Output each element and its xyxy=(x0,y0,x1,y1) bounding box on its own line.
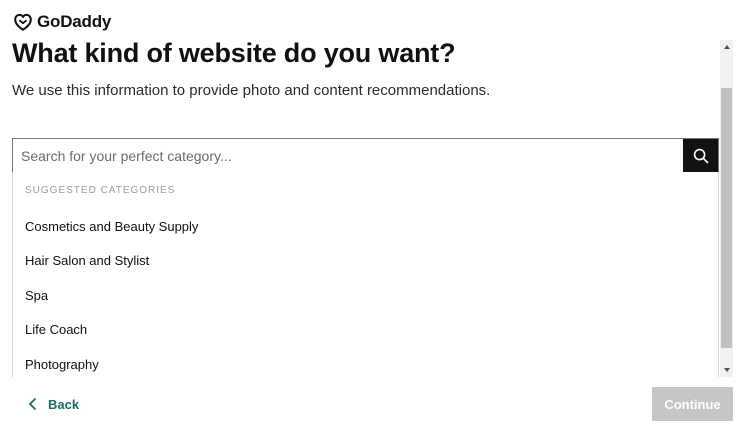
suggested-categories-heading: SUGGESTED CATEGORIES xyxy=(25,185,176,196)
page-scrollbar[interactable] xyxy=(720,40,733,377)
search-button[interactable] xyxy=(683,139,718,172)
category-option[interactable]: Life Coach xyxy=(13,313,718,348)
category-option[interactable]: Cosmetics and Beauty Supply xyxy=(13,209,718,244)
suggestions-dropdown: SUGGESTED CATEGORIES Cosmetics and Beaut… xyxy=(12,172,719,377)
page-subtitle: We use this information to provide photo… xyxy=(12,82,491,99)
scroll-down-arrow-icon[interactable] xyxy=(724,368,730,372)
godaddy-logo[interactable]: GoDaddy xyxy=(12,11,111,33)
godaddy-logo-icon xyxy=(14,13,32,31)
scrollbar-thumb[interactable] xyxy=(721,88,732,348)
page-title: What kind of website do you want? xyxy=(12,38,456,68)
back-button-label: Back xyxy=(48,396,80,412)
category-option[interactable]: Spa xyxy=(13,278,718,313)
brand-name: GoDaddy xyxy=(37,12,112,31)
category-option[interactable]: Hair Salon and Stylist xyxy=(13,244,718,279)
suggested-categories-list: Cosmetics and Beauty Supply Hair Salon a… xyxy=(13,209,718,377)
category-search-box xyxy=(12,138,719,173)
scroll-up-arrow-icon[interactable] xyxy=(724,45,730,49)
search-icon xyxy=(693,148,708,163)
chevron-left-icon xyxy=(29,398,36,410)
back-button[interactable]: Back xyxy=(28,392,79,416)
continue-button[interactable]: Continue xyxy=(652,387,733,421)
category-search-input[interactable] xyxy=(13,139,683,172)
category-option[interactable]: Photography xyxy=(13,347,718,377)
